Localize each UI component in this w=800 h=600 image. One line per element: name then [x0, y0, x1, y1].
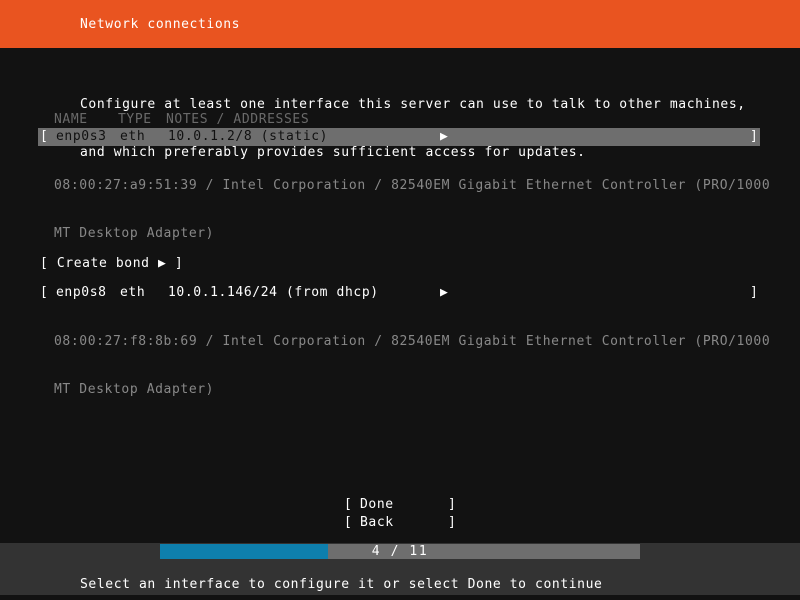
chevron-right-icon[interactable]: ▶ [440, 129, 448, 145]
interface-entry-enp0s8: [ enp0s8 eth 10.0.1.146/24 (from dhcp) ▶… [0, 284, 800, 430]
interface-entry-enp0s3: [ enp0s3 eth 10.0.1.2/8 (static) ▶ ] 08:… [0, 128, 800, 274]
interface-description: 08:00:27:f8:8b:69 / Intel Corporation / … [0, 302, 800, 430]
selection-highlight [38, 128, 760, 146]
back-button-label: Back [360, 515, 394, 530]
back-button[interactable]: [ Back ] [344, 515, 464, 533]
interface-row[interactable]: [ enp0s3 eth 10.0.1.2/8 (static) ▶ ] [0, 128, 800, 146]
table-column-headers: NAME TYPE NOTES / ADDRESSES [0, 112, 800, 128]
bracket-open-icon: [ [344, 515, 353, 530]
progress-bar: 4 / 11 [160, 544, 640, 559]
bracket-close-icon: ] [448, 515, 457, 530]
interface-description: 08:00:27:a9:51:39 / Intel Corporation / … [0, 146, 800, 274]
installer-screen: Network connections Configure at least o… [0, 0, 800, 600]
chevron-right-icon[interactable]: ▶ [440, 285, 448, 301]
column-header-name: NAME [54, 112, 88, 127]
interface-name: enp0s3 [56, 129, 107, 144]
bracket-open-icon: [ [40, 285, 49, 300]
selection-highlight [38, 284, 760, 302]
page-title: Network connections [80, 17, 241, 32]
bracket-close-icon: ] [750, 129, 759, 144]
column-header-notes: NOTES / ADDRESSES [166, 112, 310, 127]
progress-bar-label: 4 / 11 [371, 544, 429, 559]
action-buttons: [ Done ] [ Back ] [344, 497, 464, 533]
interface-row[interactable]: [ enp0s8 eth 10.0.1.146/24 (from dhcp) ▶… [0, 284, 800, 302]
intro-line-1: Configure at least one interface this se… [80, 97, 746, 112]
status-text: Select an interface to configure it or s… [80, 577, 603, 592]
bracket-open-icon: [ [40, 129, 49, 144]
interface-description-line-2: MT Desktop Adapter) [54, 226, 215, 241]
interface-description-line-1: 08:00:27:a9:51:39 / Intel Corporation / … [54, 178, 771, 193]
interface-description-line-1: 08:00:27:f8:8b:69 / Intel Corporation / … [54, 334, 771, 349]
column-header-type: TYPE [118, 112, 152, 127]
header-bar: Network connections [0, 0, 800, 48]
bracket-close-icon: ] [448, 497, 457, 512]
done-button[interactable]: [ Done ] [344, 497, 464, 515]
table-row-spacer [0, 274, 800, 284]
done-button-label: Done [360, 497, 394, 512]
bracket-open-icon: [ [344, 497, 353, 512]
interface-type: eth [120, 129, 146, 144]
interface-notes: 10.0.1.2/8 (static) [168, 129, 329, 144]
interface-type: eth [120, 285, 146, 300]
interface-description-line-2: MT Desktop Adapter) [54, 382, 215, 397]
bracket-close-icon: ] [750, 285, 759, 300]
create-bond-button[interactable]: [ Create bond ▶ ] [40, 256, 183, 272]
interface-notes: 10.0.1.146/24 (from dhcp) [168, 285, 379, 300]
bottom-strip [0, 595, 800, 600]
interface-name: enp0s8 [56, 285, 107, 300]
